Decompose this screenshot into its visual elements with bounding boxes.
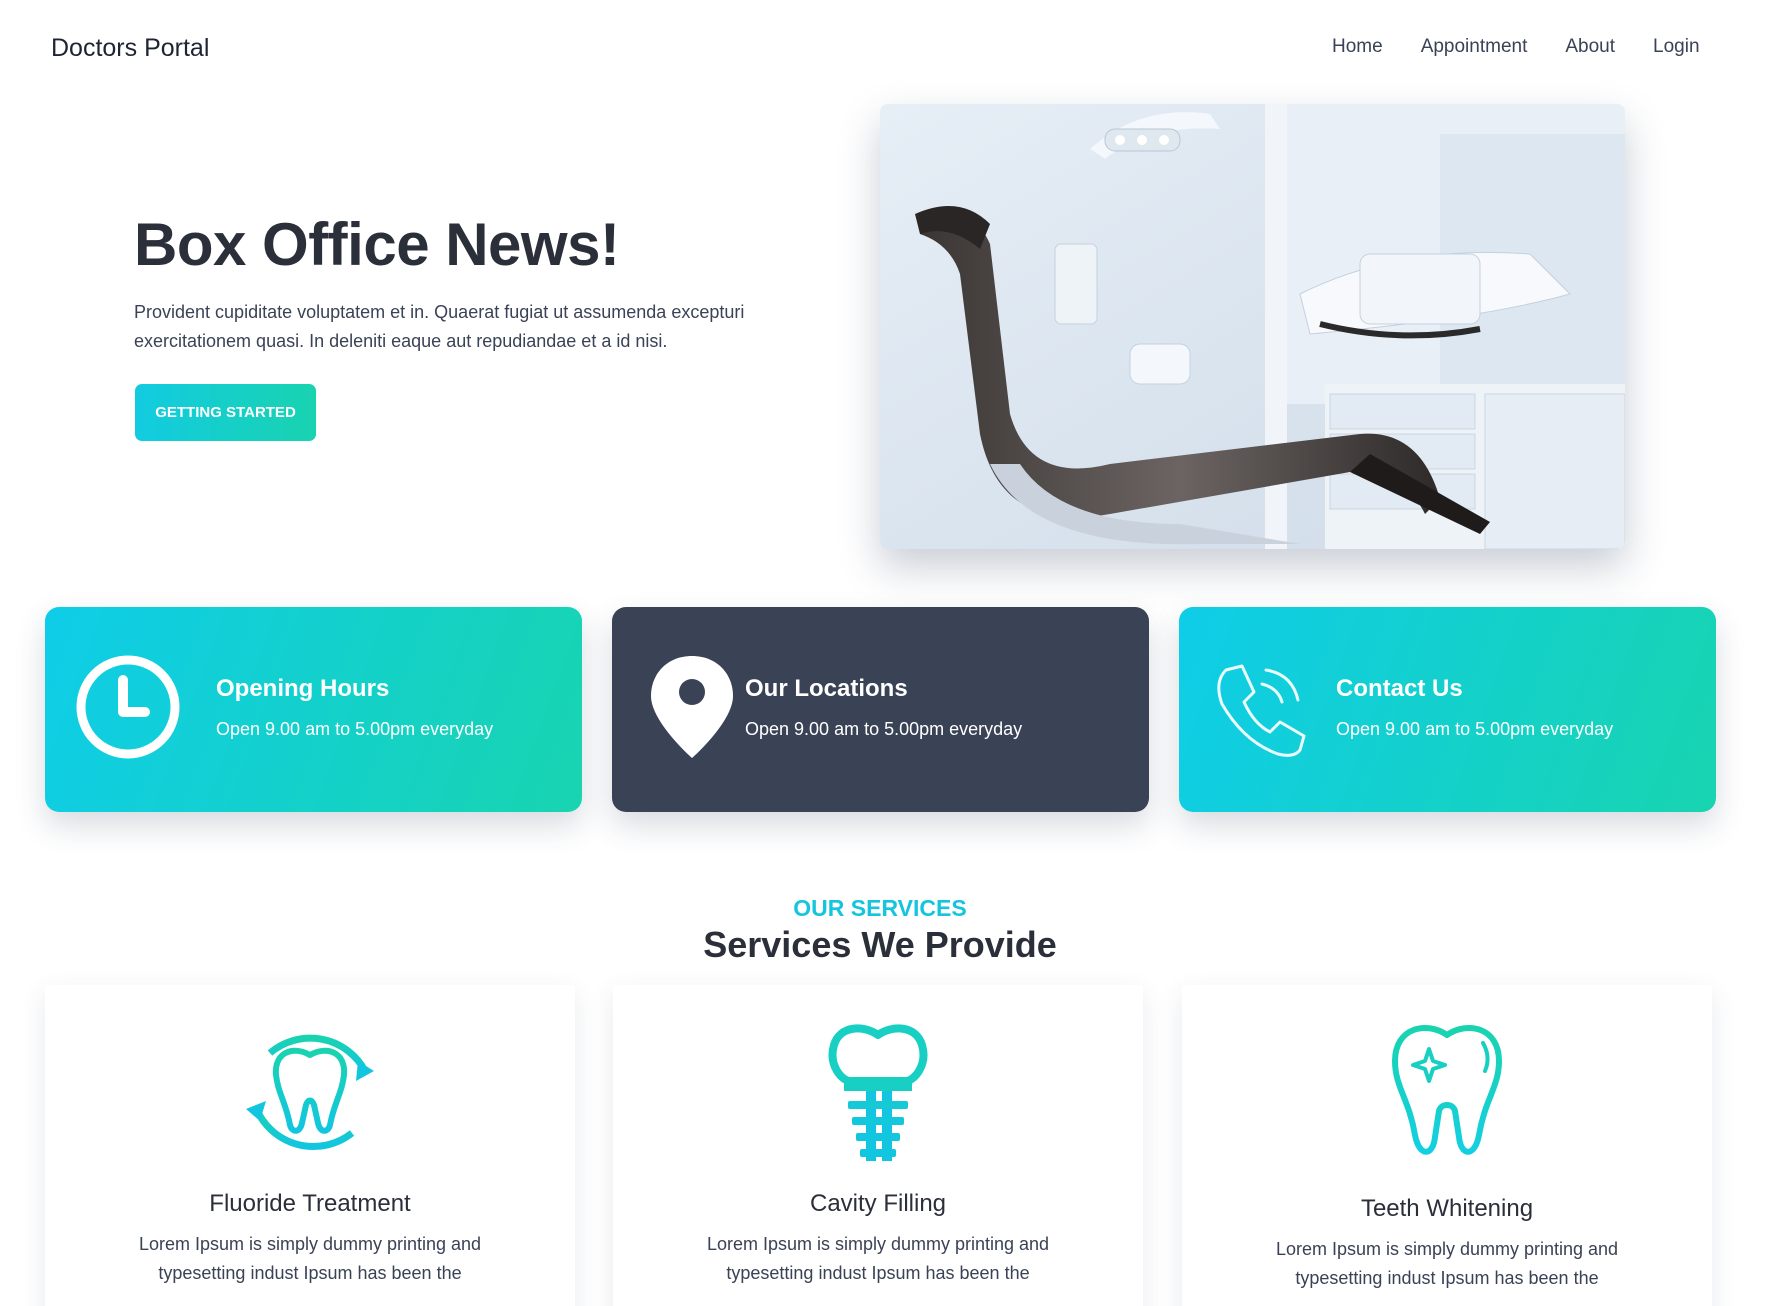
info-card-subtitle: Open 9.00 am to 5.00pm everyday (745, 719, 1023, 739)
service-title: Teeth Whitening (1360, 1195, 1534, 1222)
nav-home-link[interactable]: Home (1332, 36, 1383, 58)
fluoride-tooth-icon (246, 1034, 374, 1150)
services-eyebrow: OUR SERVICES (793, 895, 967, 921)
service-description: Lorem Ipsum is simply dummy printing and… (1275, 1239, 1619, 1288)
info-card-contact: Contact Us Open 9.00 am to 5.00pm everyd… (1179, 607, 1716, 812)
implant-icon (828, 1024, 928, 1161)
phone-icon (1217, 664, 1306, 757)
info-card-title: Contact Us (1336, 675, 1463, 702)
info-card-title: Our Locations (745, 675, 908, 702)
dental-chair-image (880, 104, 1625, 549)
hero-description: Provident cupiditate voluptatem et in. Q… (134, 302, 745, 351)
service-title: Cavity Filling (809, 1190, 947, 1217)
service-description: Lorem Ipsum is simply dummy printing and… (706, 1234, 1050, 1283)
info-card-subtitle: Open 9.00 am to 5.00pm everyday (1336, 719, 1614, 739)
service-card-whitening: Teeth Whitening Lorem Ipsum is simply du… (1182, 985, 1712, 1306)
location-pin-icon (651, 656, 733, 758)
nav-appointment-link[interactable]: Appointment (1421, 36, 1528, 58)
hero-title: Box Office News! (134, 211, 620, 278)
brand-logo[interactable]: Doctors Portal (51, 34, 209, 63)
navbar: Doctors Portal Home Appointment About Lo… (0, 0, 1788, 100)
service-title: Fluoride Treatment (209, 1190, 411, 1217)
nav-login-link[interactable]: Login (1653, 36, 1700, 58)
nav-menu: Home Appointment About Login (1332, 36, 1700, 58)
info-card-subtitle: Open 9.00 am to 5.00pm everyday (216, 719, 494, 739)
info-card-locations: Our Locations Open 9.00 am to 5.00pm eve… (612, 607, 1149, 812)
clock-icon (76, 655, 180, 759)
service-description: Lorem Ipsum is simply dummy printing and… (138, 1234, 482, 1283)
sparkle-tooth-icon (1392, 1025, 1502, 1155)
nav-about-link[interactable]: About (1565, 36, 1615, 58)
service-card-cavity: Cavity Filling Lorem Ipsum is simply dum… (613, 985, 1143, 1306)
info-card-title: Opening Hours (216, 675, 390, 702)
info-card-opening-hours: Opening Hours Open 9.00 am to 5.00pm eve… (45, 607, 582, 812)
services-title: Services We Provide (703, 924, 1057, 965)
getting-started-button[interactable]: GETTING STARTED (135, 384, 316, 441)
service-card-fluoride: Fluoride Treatment Lorem Ipsum is simply… (45, 985, 575, 1306)
